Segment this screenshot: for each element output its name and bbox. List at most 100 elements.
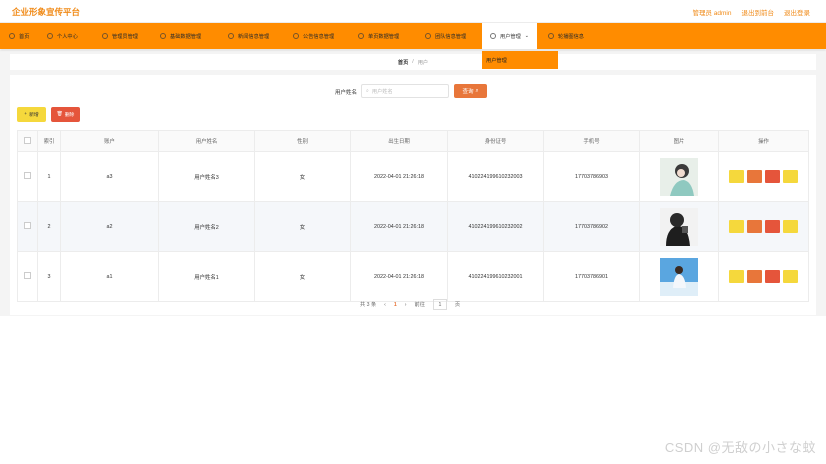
header-select-all[interactable] bbox=[17, 130, 38, 152]
header-account: 账户 bbox=[60, 130, 159, 152]
cell-id-card: 410224199610232002 bbox=[447, 201, 544, 252]
nav-item-profile[interactable]: 个人中心 bbox=[47, 23, 78, 49]
prev-page-icon[interactable]: ‹ bbox=[384, 302, 386, 308]
more-button[interactable] bbox=[783, 270, 798, 283]
delete-button[interactable]: 🗑 删除 bbox=[51, 107, 80, 122]
cell-actions bbox=[718, 251, 809, 302]
cell-phone: 17703786901 bbox=[543, 251, 640, 302]
cell-account: a2 bbox=[60, 201, 159, 252]
notice-icon bbox=[293, 33, 299, 39]
user-photo[interactable] bbox=[660, 207, 698, 246]
image-icon bbox=[548, 33, 554, 39]
page-unit: 页 bbox=[454, 302, 461, 308]
header-birth: 出生日期 bbox=[350, 130, 448, 152]
next-page-icon[interactable]: › bbox=[405, 302, 407, 308]
trash-icon: 🗑 bbox=[56, 112, 63, 117]
more-button[interactable] bbox=[783, 220, 798, 233]
cell-phone: 17703786902 bbox=[543, 201, 640, 252]
add-button[interactable]: + 新增 bbox=[17, 107, 46, 122]
cell-photo bbox=[639, 251, 719, 302]
clock-icon bbox=[490, 33, 496, 39]
delete-row-button[interactable] bbox=[765, 220, 780, 233]
chevron-down-icon: ⌄ bbox=[524, 33, 529, 39]
view-button[interactable] bbox=[729, 220, 744, 233]
cell-index: 3 bbox=[37, 251, 61, 302]
table-row: 1 a3 用户姓名3 女 2022-04-01 21:26:18 4102241… bbox=[17, 151, 809, 202]
header-index: 索引 bbox=[37, 130, 61, 152]
search-placeholder: 用户姓名 bbox=[371, 88, 393, 95]
nav-item-admin[interactable]: 管理员管理 bbox=[102, 23, 138, 49]
page-jump-input[interactable]: 1 bbox=[432, 299, 447, 310]
nav-item-single-page[interactable]: 单页数据管理 bbox=[358, 23, 399, 49]
search-button[interactable]: 查询 ⌕ bbox=[454, 84, 487, 98]
plus-icon: + bbox=[24, 112, 28, 117]
cell-name: 用户姓名2 bbox=[158, 201, 255, 252]
cell-actions bbox=[718, 151, 809, 202]
breadcrumb: 首页 / 用户 bbox=[10, 54, 816, 70]
nav-item-team[interactable]: 团队信息管理 bbox=[425, 23, 466, 49]
admin-user-link[interactable]: 管理员 admin bbox=[692, 7, 731, 17]
admin-icon bbox=[102, 33, 108, 39]
cell-index: 1 bbox=[37, 151, 61, 202]
header-gender: 性别 bbox=[254, 130, 351, 152]
user-icon bbox=[47, 33, 53, 39]
breadcrumb-current: 用户 bbox=[417, 59, 429, 66]
home-icon bbox=[9, 33, 15, 39]
dropdown-item-user-management[interactable]: 用户管理 bbox=[486, 57, 507, 64]
delete-row-button[interactable] bbox=[765, 170, 780, 183]
user-photo[interactable] bbox=[660, 157, 698, 196]
main-nav: 首页 个人中心 管理员管理 基础数据管理 新闻信息管理 公告信息管理 单页数据管… bbox=[0, 23, 826, 49]
breadcrumb-home[interactable]: 首页 bbox=[398, 59, 408, 66]
nav-item-users[interactable]: 用户管理 ⌄ bbox=[482, 23, 537, 49]
checkbox[interactable] bbox=[24, 136, 31, 144]
row-checkbox-cell[interactable] bbox=[17, 251, 38, 302]
cell-gender: 女 bbox=[254, 151, 351, 202]
delete-row-button[interactable] bbox=[765, 270, 780, 283]
goto-label: 前往 bbox=[414, 302, 425, 308]
row-checkbox-cell[interactable] bbox=[17, 201, 38, 252]
logout-link[interactable]: 退出登录 bbox=[784, 7, 810, 17]
cell-gender: 女 bbox=[254, 251, 351, 302]
header-phone: 手机号 bbox=[543, 130, 640, 152]
table-row: 3 a1 用户姓名1 女 2022-04-01 21:26:18 4102241… bbox=[17, 251, 809, 302]
users-dropdown-menu: 用户管理 bbox=[482, 51, 558, 69]
top-links: 管理员 admin 退出到前台 退出登录 bbox=[692, 7, 810, 17]
nav-item-news[interactable]: 新闻信息管理 bbox=[228, 23, 269, 49]
edit-button[interactable] bbox=[747, 220, 762, 233]
cell-photo bbox=[639, 201, 719, 252]
cell-account: a1 bbox=[60, 251, 159, 302]
table-row: 2 a2 用户姓名2 女 2022-04-01 21:26:18 4102241… bbox=[17, 201, 809, 252]
cell-photo bbox=[639, 151, 719, 202]
pagination: 共 3 条 ‹ 1 › 前往 1 页 bbox=[360, 299, 460, 310]
edit-button[interactable] bbox=[747, 170, 762, 183]
search-label: 用户姓名 bbox=[335, 90, 358, 96]
checkbox[interactable] bbox=[24, 272, 31, 279]
cell-id-card: 410224199610232001 bbox=[447, 251, 544, 302]
cell-birth: 2022-04-01 21:26:18 bbox=[350, 151, 448, 202]
view-button[interactable] bbox=[729, 170, 744, 183]
app-title: 企业形象宣传平台 bbox=[12, 7, 81, 17]
cell-id-card: 410224199610232003 bbox=[447, 151, 544, 202]
checkbox[interactable] bbox=[24, 222, 31, 229]
search-input[interactable]: ⌕ 用户姓名 bbox=[361, 84, 449, 98]
exit-to-frontend-link[interactable]: 退出到前台 bbox=[742, 7, 775, 17]
search-icon: ⌕ bbox=[366, 87, 369, 94]
nav-item-carousel[interactable]: 轮播图信息 bbox=[548, 23, 584, 49]
page-icon bbox=[358, 33, 364, 39]
users-table: 索引 账户 用户姓名 性别 出生日期 身份证号 手机号 图片 操作 1 a3 用… bbox=[17, 130, 809, 302]
cell-name: 用户姓名3 bbox=[158, 151, 255, 202]
view-button[interactable] bbox=[729, 270, 744, 283]
search-icon: ⌕ bbox=[475, 87, 479, 94]
cell-phone: 17703786903 bbox=[543, 151, 640, 202]
nav-item-basic-data[interactable]: 基础数据管理 bbox=[160, 23, 201, 49]
nav-item-home[interactable]: 首页 bbox=[9, 23, 29, 49]
more-button[interactable] bbox=[783, 170, 798, 183]
team-icon bbox=[425, 33, 431, 39]
user-photo[interactable] bbox=[660, 257, 698, 296]
edit-button[interactable] bbox=[747, 270, 762, 283]
row-checkbox-cell[interactable] bbox=[17, 151, 38, 202]
current-page[interactable]: 1 bbox=[394, 302, 397, 308]
nav-item-notice[interactable]: 公告信息管理 bbox=[293, 23, 334, 49]
breadcrumb-separator: / bbox=[412, 59, 414, 65]
checkbox[interactable] bbox=[24, 172, 31, 179]
